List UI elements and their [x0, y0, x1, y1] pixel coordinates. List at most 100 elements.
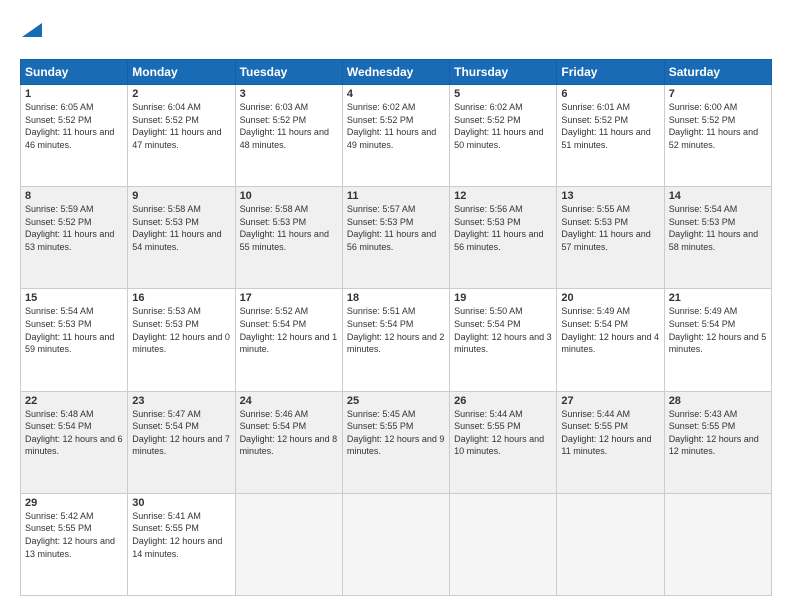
day-number: 16 [132, 292, 230, 304]
day-info: Sunrise: 5:54 AMSunset: 5:53 PMDaylight:… [669, 203, 767, 253]
day-number: 7 [669, 88, 767, 100]
day-info: Sunrise: 5:57 AMSunset: 5:53 PMDaylight:… [347, 203, 445, 253]
calendar-cell: 6Sunrise: 6:01 AMSunset: 5:52 PMDaylight… [557, 85, 664, 187]
calendar-table: SundayMondayTuesdayWednesdayThursdayFrid… [20, 59, 772, 596]
day-number: 11 [347, 190, 445, 202]
day-info: Sunrise: 5:49 AMSunset: 5:54 PMDaylight:… [561, 305, 659, 355]
day-number: 5 [454, 88, 552, 100]
calendar-cell: 7Sunrise: 6:00 AMSunset: 5:52 PMDaylight… [664, 85, 771, 187]
day-info: Sunrise: 5:46 AMSunset: 5:54 PMDaylight:… [240, 408, 338, 458]
calendar-cell: 3Sunrise: 6:03 AMSunset: 5:52 PMDaylight… [235, 85, 342, 187]
calendar-cell [557, 493, 664, 595]
day-info: Sunrise: 6:02 AMSunset: 5:52 PMDaylight:… [454, 101, 552, 151]
calendar-cell: 26Sunrise: 5:44 AMSunset: 5:55 PMDayligh… [450, 391, 557, 493]
calendar-cell: 17Sunrise: 5:52 AMSunset: 5:54 PMDayligh… [235, 289, 342, 391]
day-info: Sunrise: 6:05 AMSunset: 5:52 PMDaylight:… [25, 101, 123, 151]
day-number: 17 [240, 292, 338, 304]
calendar-week-5: 29Sunrise: 5:42 AMSunset: 5:55 PMDayligh… [21, 493, 772, 595]
calendar-cell: 22Sunrise: 5:48 AMSunset: 5:54 PMDayligh… [21, 391, 128, 493]
col-header-tuesday: Tuesday [235, 60, 342, 85]
logo [20, 16, 42, 49]
day-info: Sunrise: 5:43 AMSunset: 5:55 PMDaylight:… [669, 408, 767, 458]
day-number: 15 [25, 292, 123, 304]
day-info: Sunrise: 5:52 AMSunset: 5:54 PMDaylight:… [240, 305, 338, 355]
day-number: 4 [347, 88, 445, 100]
day-info: Sunrise: 5:42 AMSunset: 5:55 PMDaylight:… [25, 510, 123, 560]
header [20, 16, 772, 49]
day-info: Sunrise: 5:59 AMSunset: 5:52 PMDaylight:… [25, 203, 123, 253]
day-number: 25 [347, 395, 445, 407]
col-header-sunday: Sunday [21, 60, 128, 85]
calendar-week-4: 22Sunrise: 5:48 AMSunset: 5:54 PMDayligh… [21, 391, 772, 493]
day-info: Sunrise: 5:44 AMSunset: 5:55 PMDaylight:… [454, 408, 552, 458]
day-info: Sunrise: 5:47 AMSunset: 5:54 PMDaylight:… [132, 408, 230, 458]
calendar-cell: 29Sunrise: 5:42 AMSunset: 5:55 PMDayligh… [21, 493, 128, 595]
calendar-cell: 19Sunrise: 5:50 AMSunset: 5:54 PMDayligh… [450, 289, 557, 391]
col-header-thursday: Thursday [450, 60, 557, 85]
day-number: 12 [454, 190, 552, 202]
day-number: 29 [25, 497, 123, 509]
col-header-monday: Monday [128, 60, 235, 85]
day-info: Sunrise: 5:48 AMSunset: 5:54 PMDaylight:… [25, 408, 123, 458]
calendar-cell: 28Sunrise: 5:43 AMSunset: 5:55 PMDayligh… [664, 391, 771, 493]
day-number: 30 [132, 497, 230, 509]
day-number: 9 [132, 190, 230, 202]
day-info: Sunrise: 5:56 AMSunset: 5:53 PMDaylight:… [454, 203, 552, 253]
day-number: 28 [669, 395, 767, 407]
calendar-cell: 1Sunrise: 6:05 AMSunset: 5:52 PMDaylight… [21, 85, 128, 187]
day-number: 3 [240, 88, 338, 100]
day-info: Sunrise: 5:50 AMSunset: 5:54 PMDaylight:… [454, 305, 552, 355]
day-info: Sunrise: 6:02 AMSunset: 5:52 PMDaylight:… [347, 101, 445, 151]
col-header-wednesday: Wednesday [342, 60, 449, 85]
logo-icon [22, 16, 42, 44]
day-info: Sunrise: 5:45 AMSunset: 5:55 PMDaylight:… [347, 408, 445, 458]
calendar-cell: 27Sunrise: 5:44 AMSunset: 5:55 PMDayligh… [557, 391, 664, 493]
day-number: 27 [561, 395, 659, 407]
day-number: 8 [25, 190, 123, 202]
calendar-week-1: 1Sunrise: 6:05 AMSunset: 5:52 PMDaylight… [21, 85, 772, 187]
calendar-cell: 23Sunrise: 5:47 AMSunset: 5:54 PMDayligh… [128, 391, 235, 493]
calendar-cell [235, 493, 342, 595]
day-info: Sunrise: 6:00 AMSunset: 5:52 PMDaylight:… [669, 101, 767, 151]
day-number: 20 [561, 292, 659, 304]
col-header-saturday: Saturday [664, 60, 771, 85]
calendar-cell: 11Sunrise: 5:57 AMSunset: 5:53 PMDayligh… [342, 187, 449, 289]
calendar-cell: 5Sunrise: 6:02 AMSunset: 5:52 PMDaylight… [450, 85, 557, 187]
calendar-cell: 21Sunrise: 5:49 AMSunset: 5:54 PMDayligh… [664, 289, 771, 391]
day-info: Sunrise: 6:03 AMSunset: 5:52 PMDaylight:… [240, 101, 338, 151]
calendar-cell [450, 493, 557, 595]
day-info: Sunrise: 5:58 AMSunset: 5:53 PMDaylight:… [132, 203, 230, 253]
day-number: 14 [669, 190, 767, 202]
calendar-week-2: 8Sunrise: 5:59 AMSunset: 5:52 PMDaylight… [21, 187, 772, 289]
calendar-cell: 25Sunrise: 5:45 AMSunset: 5:55 PMDayligh… [342, 391, 449, 493]
calendar-cell: 18Sunrise: 5:51 AMSunset: 5:54 PMDayligh… [342, 289, 449, 391]
calendar-cell [342, 493, 449, 595]
calendar-cell: 9Sunrise: 5:58 AMSunset: 5:53 PMDaylight… [128, 187, 235, 289]
day-info: Sunrise: 5:54 AMSunset: 5:53 PMDaylight:… [25, 305, 123, 355]
day-number: 23 [132, 395, 230, 407]
calendar-cell [664, 493, 771, 595]
day-number: 1 [25, 88, 123, 100]
day-info: Sunrise: 6:01 AMSunset: 5:52 PMDaylight:… [561, 101, 659, 151]
calendar-cell: 12Sunrise: 5:56 AMSunset: 5:53 PMDayligh… [450, 187, 557, 289]
calendar-cell: 13Sunrise: 5:55 AMSunset: 5:53 PMDayligh… [557, 187, 664, 289]
day-number: 10 [240, 190, 338, 202]
day-number: 22 [25, 395, 123, 407]
day-info: Sunrise: 6:04 AMSunset: 5:52 PMDaylight:… [132, 101, 230, 151]
calendar-cell: 30Sunrise: 5:41 AMSunset: 5:55 PMDayligh… [128, 493, 235, 595]
calendar-cell: 20Sunrise: 5:49 AMSunset: 5:54 PMDayligh… [557, 289, 664, 391]
day-info: Sunrise: 5:53 AMSunset: 5:53 PMDaylight:… [132, 305, 230, 355]
page: SundayMondayTuesdayWednesdayThursdayFrid… [0, 0, 792, 612]
calendar-cell: 24Sunrise: 5:46 AMSunset: 5:54 PMDayligh… [235, 391, 342, 493]
day-number: 18 [347, 292, 445, 304]
day-info: Sunrise: 5:44 AMSunset: 5:55 PMDaylight:… [561, 408, 659, 458]
col-header-friday: Friday [557, 60, 664, 85]
day-number: 24 [240, 395, 338, 407]
calendar-cell: 2Sunrise: 6:04 AMSunset: 5:52 PMDaylight… [128, 85, 235, 187]
day-number: 19 [454, 292, 552, 304]
day-number: 13 [561, 190, 659, 202]
calendar-cell: 15Sunrise: 5:54 AMSunset: 5:53 PMDayligh… [21, 289, 128, 391]
day-number: 21 [669, 292, 767, 304]
day-info: Sunrise: 5:55 AMSunset: 5:53 PMDaylight:… [561, 203, 659, 253]
day-number: 2 [132, 88, 230, 100]
